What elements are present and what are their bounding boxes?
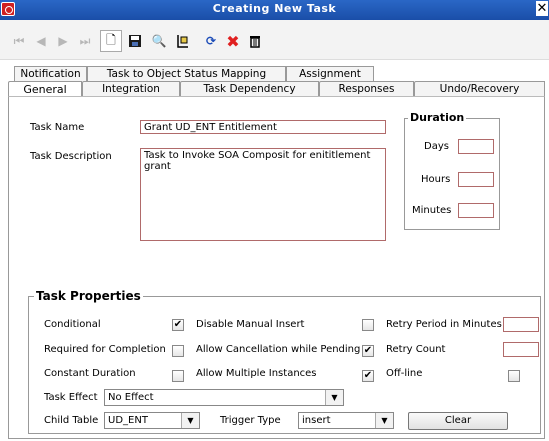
refresh-icon[interactable]: ⟳ xyxy=(200,30,222,52)
days-input[interactable] xyxy=(458,139,494,154)
window-title: Creating New Task xyxy=(212,2,337,15)
required-for-completion-label: Required for Completion xyxy=(44,344,166,355)
hours-label: Hours xyxy=(421,174,451,185)
retry-period-input[interactable] xyxy=(503,317,539,332)
tab-task-dependency[interactable]: Task Dependency xyxy=(180,81,319,97)
trash-icon[interactable] xyxy=(244,30,266,52)
hours-input[interactable] xyxy=(458,172,494,187)
delete-icon[interactable]: ✖ xyxy=(222,30,244,52)
task-properties-title: Task Properties xyxy=(34,289,143,303)
disable-manual-insert-checkbox[interactable] xyxy=(362,319,374,331)
last-record-icon[interactable]: ⏭ xyxy=(74,30,96,52)
chevron-down-icon[interactable]: ▼ xyxy=(181,413,199,428)
task-description-textarea[interactable]: Task to Invoke SOA Composit for enititle… xyxy=(140,148,386,241)
task-effect-label: Task Effect xyxy=(44,392,98,403)
task-name-label: Task Name xyxy=(30,122,85,133)
required-for-completion-checkbox[interactable] xyxy=(172,345,184,357)
task-description-label: Task Description xyxy=(30,151,112,162)
allow-cancellation-checkbox[interactable]: ✔ xyxy=(362,345,374,357)
minutes-label: Minutes xyxy=(412,205,452,216)
conditional-checkbox[interactable]: ✔ xyxy=(172,319,184,331)
retry-period-label: Retry Period in Minutes xyxy=(386,319,502,330)
window-title-bar: Creating New Task ✕ xyxy=(0,0,549,20)
new-icon[interactable]: 🗋 xyxy=(100,30,122,52)
task-name-input[interactable]: Grant UD_ENT Entitlement xyxy=(140,120,386,134)
toolbar: ⏮ ◀ ▶ ⏭ 🗋 🔍 ⟳ ✖ xyxy=(0,20,549,60)
tab-responses[interactable]: Responses xyxy=(319,81,414,97)
tab-task-to-object-status-mapping[interactable]: Task to Object Status Mapping xyxy=(87,66,286,82)
retry-count-input[interactable] xyxy=(503,342,539,357)
task-effect-value: No Effect xyxy=(108,392,154,403)
chevron-down-icon[interactable]: ▼ xyxy=(325,390,343,405)
copy-icon[interactable] xyxy=(172,30,194,52)
offline-checkbox[interactable] xyxy=(508,370,520,382)
tab-notification[interactable]: Notification xyxy=(14,66,87,82)
child-table-select[interactable]: UD_ENT ▼ xyxy=(104,412,200,429)
chevron-down-icon[interactable]: ▼ xyxy=(375,413,393,428)
clear-button[interactable]: Clear xyxy=(408,412,508,430)
tab-general[interactable]: General xyxy=(8,81,82,97)
duration-title: Duration xyxy=(408,111,467,124)
allow-cancellation-label: Allow Cancellation while Pending xyxy=(196,344,361,355)
allow-multiple-instances-label: Allow Multiple Instances xyxy=(196,368,317,379)
retry-count-label: Retry Count xyxy=(386,344,446,355)
child-table-label: Child Table xyxy=(44,415,99,426)
trigger-type-label: Trigger Type xyxy=(220,415,281,426)
previous-record-icon[interactable]: ◀ xyxy=(30,30,52,52)
offline-label: Off-line xyxy=(386,368,423,379)
constant-duration-checkbox[interactable] xyxy=(172,370,184,382)
task-effect-select[interactable]: No Effect ▼ xyxy=(104,389,344,406)
close-icon[interactable]: ✕ xyxy=(536,1,548,16)
minutes-input[interactable] xyxy=(458,203,494,218)
trigger-type-select[interactable]: insert ▼ xyxy=(298,412,394,429)
conditional-label: Conditional xyxy=(44,319,101,330)
first-record-icon[interactable]: ⏮ xyxy=(8,30,30,52)
find-icon[interactable]: 🔍 xyxy=(148,30,170,52)
tab-undo-recovery[interactable]: Undo/Recovery xyxy=(414,81,545,97)
allow-multiple-instances-checkbox[interactable]: ✔ xyxy=(362,370,374,382)
child-table-value: UD_ENT xyxy=(108,415,148,426)
disable-manual-insert-label: Disable Manual Insert xyxy=(196,319,305,330)
trigger-type-value: insert xyxy=(302,415,331,426)
tab-integration[interactable]: Integration xyxy=(82,81,180,97)
days-label: Days xyxy=(424,141,449,152)
save-icon[interactable] xyxy=(124,30,146,52)
constant-duration-label: Constant Duration xyxy=(44,368,136,379)
next-record-icon[interactable]: ▶ xyxy=(52,30,74,52)
tab-assignment[interactable]: Assignment xyxy=(286,66,374,82)
